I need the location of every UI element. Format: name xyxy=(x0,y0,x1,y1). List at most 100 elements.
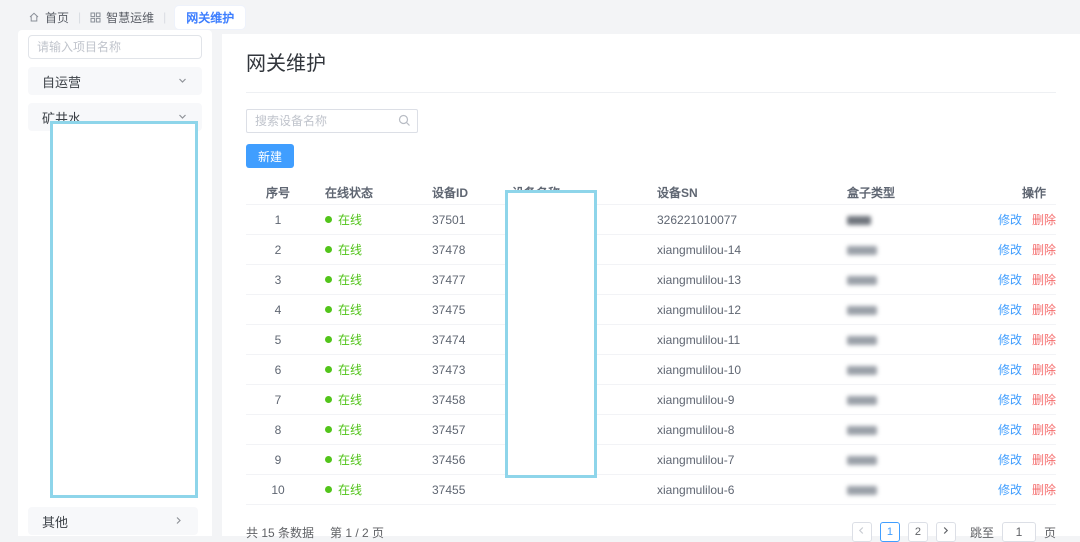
box-type-blurred-value xyxy=(847,456,877,465)
online-dot-icon xyxy=(325,426,332,433)
header-device-sn: 设备SN xyxy=(645,184,835,201)
online-dot-icon xyxy=(325,246,332,253)
row-online-status: 在线 xyxy=(310,331,420,348)
page-button-2[interactable]: 2 xyxy=(908,522,928,542)
table-row: 10 在线 37455 xiangmulilou-6 修改删除 xyxy=(246,474,1056,505)
row-actions: 修改删除 xyxy=(990,241,1056,258)
grid-icon xyxy=(90,12,101,23)
box-type-blurred-value xyxy=(847,306,877,315)
row-device-sn: xiangmulilou-9 xyxy=(645,393,835,407)
row-device-sn: xiangmulilou-12 xyxy=(645,303,835,317)
row-status-label: 在线 xyxy=(338,391,362,408)
row-box-type xyxy=(835,303,990,317)
redacted-device-name-region xyxy=(505,190,597,478)
edit-link[interactable]: 修改 xyxy=(998,453,1022,467)
edit-link[interactable]: 修改 xyxy=(998,333,1022,347)
row-device-id: 37457 xyxy=(420,423,500,437)
row-status-label: 在线 xyxy=(338,331,362,348)
breadcrumb-home[interactable]: 首页 xyxy=(28,9,69,26)
online-dot-icon xyxy=(325,306,332,313)
pagination: 1 2 跳至 页 xyxy=(852,522,1056,542)
row-actions: 修改删除 xyxy=(990,361,1056,378)
sidebar-group-other[interactable]: 其他 xyxy=(28,507,198,535)
sidebar-group-label: 自运营 xyxy=(42,72,81,91)
edit-link[interactable]: 修改 xyxy=(998,303,1022,317)
chevron-down-icon xyxy=(177,74,188,89)
page-button-1[interactable]: 1 xyxy=(880,522,900,542)
next-page-button[interactable] xyxy=(936,522,956,542)
breadcrumb-section-label: 智慧运维 xyxy=(106,9,154,26)
breadcrumb-current-tab[interactable]: 网关维护 xyxy=(175,6,245,29)
edit-link[interactable]: 修改 xyxy=(998,423,1022,437)
row-device-id: 37456 xyxy=(420,453,500,467)
project-search-input[interactable] xyxy=(28,35,202,59)
project-sidebar: 自运营 矿井水 其他 xyxy=(18,30,212,536)
create-new-button[interactable]: 新建 xyxy=(246,144,294,168)
row-device-id: 37501 xyxy=(420,213,500,227)
header-online-status: 在线状态 xyxy=(310,184,420,201)
online-dot-icon xyxy=(325,276,332,283)
row-box-type xyxy=(835,273,990,287)
delete-link[interactable]: 删除 xyxy=(1032,453,1056,467)
breadcrumb-divider: | xyxy=(163,10,166,24)
title-divider xyxy=(246,92,1056,93)
delete-link[interactable]: 删除 xyxy=(1032,213,1056,227)
search-icon[interactable] xyxy=(398,114,411,132)
row-device-id: 37455 xyxy=(420,483,500,497)
box-type-blurred-value xyxy=(847,426,877,435)
redacted-project-list-region xyxy=(50,121,198,498)
gateway-maintenance-panel: 网关维护 新建 序号 在线状态 设备ID 设备名称 设备SN 盒子类型 操作 1 xyxy=(222,34,1080,536)
row-index: 6 xyxy=(246,363,310,377)
row-device-id: 37478 xyxy=(420,243,500,257)
delete-link[interactable]: 删除 xyxy=(1032,483,1056,497)
row-index: 3 xyxy=(246,273,310,287)
delete-link[interactable]: 删除 xyxy=(1032,273,1056,287)
row-status-label: 在线 xyxy=(338,481,362,498)
row-online-status: 在线 xyxy=(310,391,420,408)
total-count-text: 共 15 条数据 xyxy=(246,524,314,541)
row-status-label: 在线 xyxy=(338,361,362,378)
device-search-input[interactable] xyxy=(246,109,418,133)
row-status-label: 在线 xyxy=(338,451,362,468)
box-type-blurred-value xyxy=(847,486,877,495)
delete-link[interactable]: 删除 xyxy=(1032,303,1056,317)
edit-link[interactable]: 修改 xyxy=(998,213,1022,227)
breadcrumb-divider: | xyxy=(78,10,81,24)
row-online-status: 在线 xyxy=(310,271,420,288)
table-row: 3 在线 37477 xiangmulilou-13 修改删除 xyxy=(246,264,1056,294)
delete-link[interactable]: 删除 xyxy=(1032,363,1056,377)
row-actions: 修改删除 xyxy=(990,211,1056,228)
jump-page-input[interactable] xyxy=(1002,522,1036,542)
delete-link[interactable]: 删除 xyxy=(1032,423,1056,437)
header-box-type: 盒子类型 xyxy=(835,184,990,201)
online-dot-icon xyxy=(325,216,332,223)
row-index: 10 xyxy=(246,483,310,497)
edit-link[interactable]: 修改 xyxy=(998,393,1022,407)
edit-link[interactable]: 修改 xyxy=(998,483,1022,497)
header-index: 序号 xyxy=(246,184,310,201)
row-online-status: 在线 xyxy=(310,451,420,468)
row-actions: 修改删除 xyxy=(990,331,1056,348)
table-footer: 共 15 条数据 第 1 / 2 页 1 2 跳至 页 xyxy=(246,522,1056,542)
row-index: 4 xyxy=(246,303,310,317)
chevron-right-icon xyxy=(173,514,184,529)
row-device-id: 37477 xyxy=(420,273,500,287)
breadcrumb-section[interactable]: 智慧运维 xyxy=(90,9,154,26)
delete-link[interactable]: 删除 xyxy=(1032,333,1056,347)
page-unit-label: 页 xyxy=(1044,524,1056,541)
online-dot-icon xyxy=(325,486,332,493)
row-box-type xyxy=(835,363,990,377)
edit-link[interactable]: 修改 xyxy=(998,363,1022,377)
edit-link[interactable]: 修改 xyxy=(998,273,1022,287)
sidebar-group-ziyunying[interactable]: 自运营 xyxy=(28,67,202,95)
delete-link[interactable]: 删除 xyxy=(1032,243,1056,257)
delete-link[interactable]: 删除 xyxy=(1032,393,1056,407)
row-device-sn: 326221010077 xyxy=(645,213,835,227)
row-box-type xyxy=(835,333,990,347)
table-row: 6 在线 37473 xiangmulilou-10 修改删除 xyxy=(246,354,1056,384)
online-dot-icon xyxy=(325,456,332,463)
row-box-type xyxy=(835,243,990,257)
edit-link[interactable]: 修改 xyxy=(998,243,1022,257)
prev-page-button[interactable] xyxy=(852,522,872,542)
row-index: 1 xyxy=(246,213,310,227)
